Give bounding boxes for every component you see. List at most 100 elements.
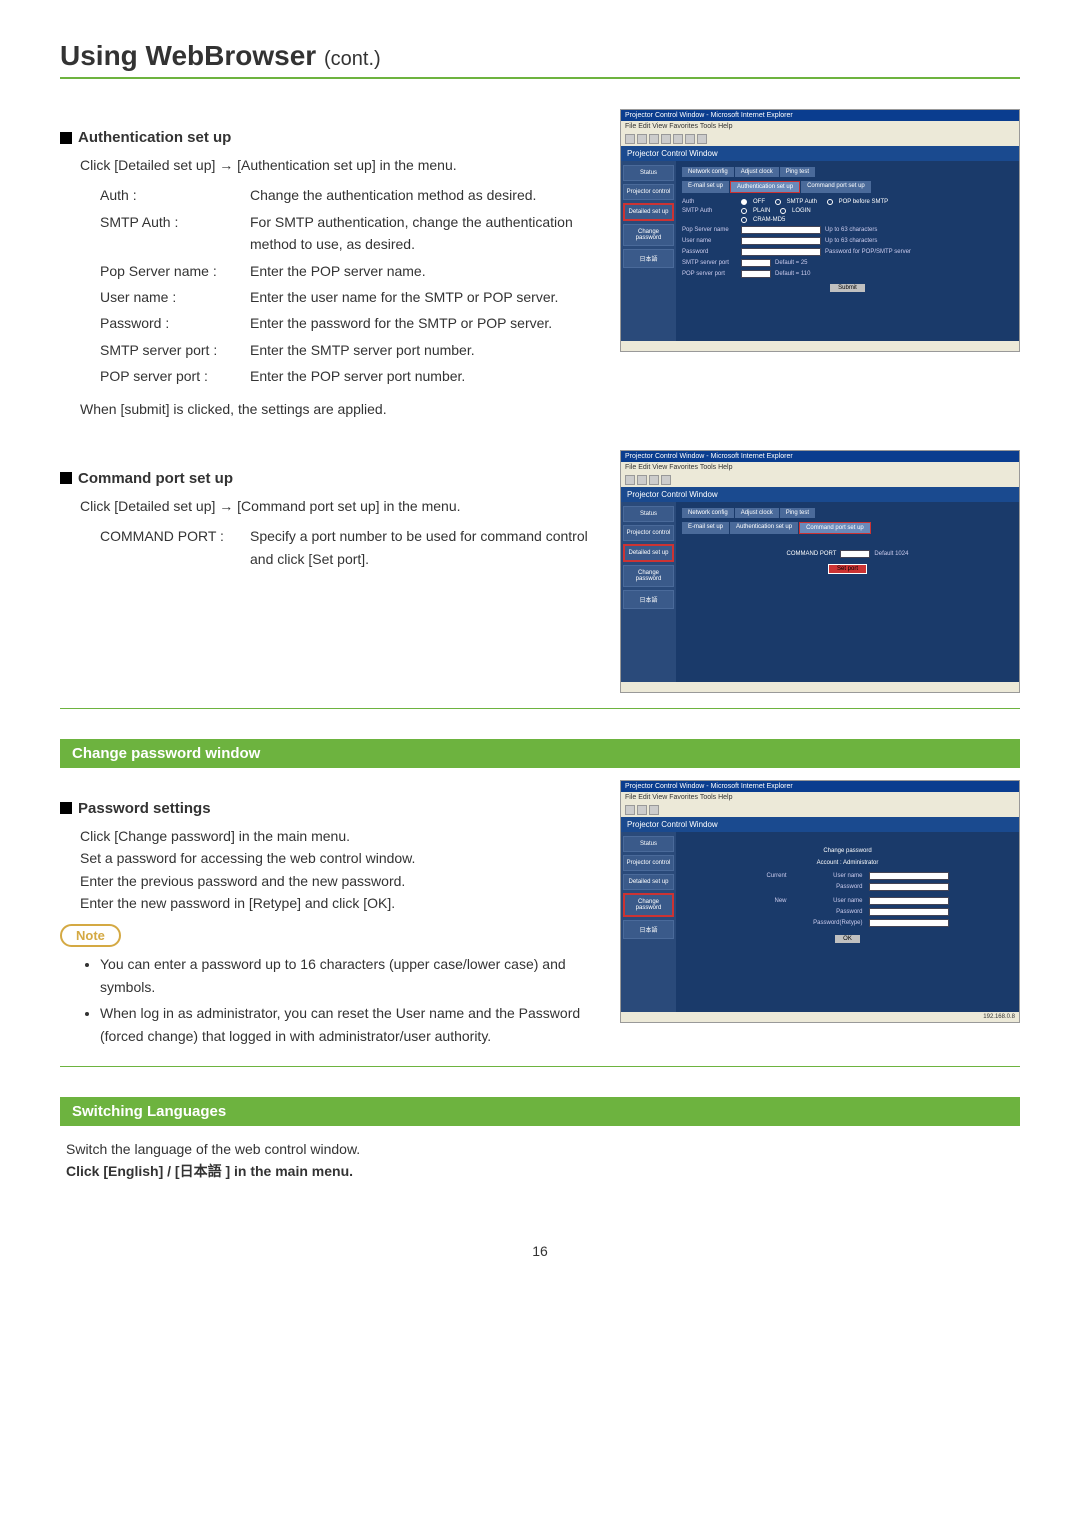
back-icon [625,805,635,815]
set-port-button[interactable]: Set port [828,564,867,574]
radio-pop: POP before SMTP [839,199,889,205]
hint: Up to 63 characters [825,227,877,233]
submit-button[interactable]: Submit [830,284,865,292]
cmd-heading-text: Command port set up [78,470,233,487]
hint: Default 1024 [874,551,908,557]
cmd-port-label: COMMAND PORT [787,551,837,557]
smtp-auth-label: SMTP Auth [682,208,737,214]
switch-lang-band: Switching Languages [60,1097,1020,1126]
pw-newpw-input[interactable] [869,908,949,916]
ss-titlebar: Projector Control Window - Microsoft Int… [621,110,1019,121]
radio-off: OFF [753,199,765,205]
tab-network[interactable]: Network config [682,508,734,518]
ss-statusbar [621,341,1019,351]
note-label: Note [60,924,121,947]
radio-icon[interactable] [775,199,781,205]
sidebar-item-lang[interactable]: 日本語 [623,590,674,609]
pw-heading-text: Password settings [78,800,211,817]
hint: Password for POP/SMTP server [825,249,911,255]
sidebar-item-status[interactable]: Status [623,506,674,522]
page-number: 16 [60,1243,1020,1259]
sidebar-item-detailed[interactable]: Detailed set up [623,544,674,562]
smtp-port-input[interactable] [741,259,771,267]
pw-line: Click [Change password] in the main menu… [80,825,600,847]
sidebar-item-lang[interactable]: 日本語 [623,249,674,268]
tab-cmd[interactable]: Command port set up [801,181,871,193]
switch-lang-line1: Switch the language of the web control w… [66,1138,1020,1160]
divider [60,708,1020,709]
sidebar-item-detailed[interactable]: Detailed set up [623,874,674,890]
pw-retype-input[interactable] [869,919,949,927]
ok-button[interactable]: OK [835,935,860,943]
tab-auth[interactable]: Authentication set up [730,522,798,534]
pop-port-input[interactable] [741,270,771,278]
tab-ping[interactable]: Ping test [780,167,815,177]
sidebar-item-change-pw[interactable]: Change password [623,565,674,587]
auth-def-table: Auth :Change the authentication method a… [100,184,600,387]
radio-icon[interactable] [827,199,833,205]
pw-line: Set a password for accessing the web con… [80,847,600,869]
tab-clock[interactable]: Adjust clock [735,508,779,518]
radio-plain: PLAIN [753,208,770,214]
ss-toolbar [621,473,1019,487]
radio-icon[interactable] [780,208,786,214]
sidebar-item-lang[interactable]: 日本語 [623,920,674,939]
ss-toolbar [621,803,1019,817]
ss-header: Projector Control Window [621,817,1019,832]
pw-user-input[interactable] [869,872,949,880]
sidebar-item-status[interactable]: Status [623,165,674,181]
stop-icon [649,475,659,485]
tab-clock[interactable]: Adjust clock [735,167,779,177]
cmd-heading: Command port set up [60,470,600,487]
pw-input[interactable] [741,248,821,256]
pw-newuser-input[interactable] [869,897,949,905]
pw-newpw-label: Password [793,909,863,915]
pop-port-label: POP server port [682,271,737,277]
back-icon [625,134,635,144]
pw-label: Password [682,249,737,255]
sidebar-item-change-pw[interactable]: Change password [623,224,674,246]
home-icon [673,134,683,144]
radio-icon[interactable] [741,208,747,214]
pw-form-title: Change password [692,848,1003,854]
pw-line: Enter the previous password and the new … [80,870,600,892]
sidebar-item-detailed[interactable]: Detailed set up [623,203,674,221]
pw-new-label: New [747,898,787,904]
def-label: User name : [100,286,250,308]
pw-screenshot: Projector Control Window - Microsoft Int… [620,780,1020,1023]
def-label: POP server port : [100,365,250,387]
fwd-icon [637,134,647,144]
cmd-port-input[interactable] [840,550,870,558]
tab-email[interactable]: E-mail set up [682,522,729,534]
pw-pw-input[interactable] [869,883,949,891]
sidebar-item-projector[interactable]: Projector control [623,855,674,871]
pop-input[interactable] [741,226,821,234]
search-icon [685,134,695,144]
fwd-icon [637,805,647,815]
radio-icon[interactable] [741,199,747,205]
def-label: Pop Server name : [100,260,250,282]
sidebar-item-status[interactable]: Status [623,836,674,852]
sidebar-item-projector[interactable]: Projector control [623,184,674,200]
title-cont: (cont.) [324,48,381,70]
switch-lang-line2: Click [English] / [日本語 ] in the main men… [66,1160,1020,1182]
sidebar-item-change-pw[interactable]: Change password [623,893,674,917]
auth-heading: Authentication set up [60,129,600,146]
radio-smtp: SMTP Auth [787,199,817,205]
user-label: User name [682,238,737,244]
sidebar-item-projector[interactable]: Projector control [623,525,674,541]
ss-menubar: File Edit View Favorites Tools Help [621,121,1019,132]
pop-label: Pop Server name [682,227,737,233]
def-label: COMMAND PORT : [100,525,250,570]
pw-account: Account : Administrator [692,860,1003,866]
tab-email[interactable]: E-mail set up [682,181,729,193]
tab-cmd[interactable]: Command port set up [799,522,871,534]
radio-icon[interactable] [741,217,747,223]
tab-network[interactable]: Network config [682,167,734,177]
def-label: Auth : [100,184,250,206]
tab-auth[interactable]: Authentication set up [730,181,800,193]
ss-sidebar: Status Projector control Detailed set up… [621,502,676,682]
cmd-intro: Click [Detailed set up] → [Command port … [80,495,600,517]
user-input[interactable] [741,237,821,245]
tab-ping[interactable]: Ping test [780,508,815,518]
